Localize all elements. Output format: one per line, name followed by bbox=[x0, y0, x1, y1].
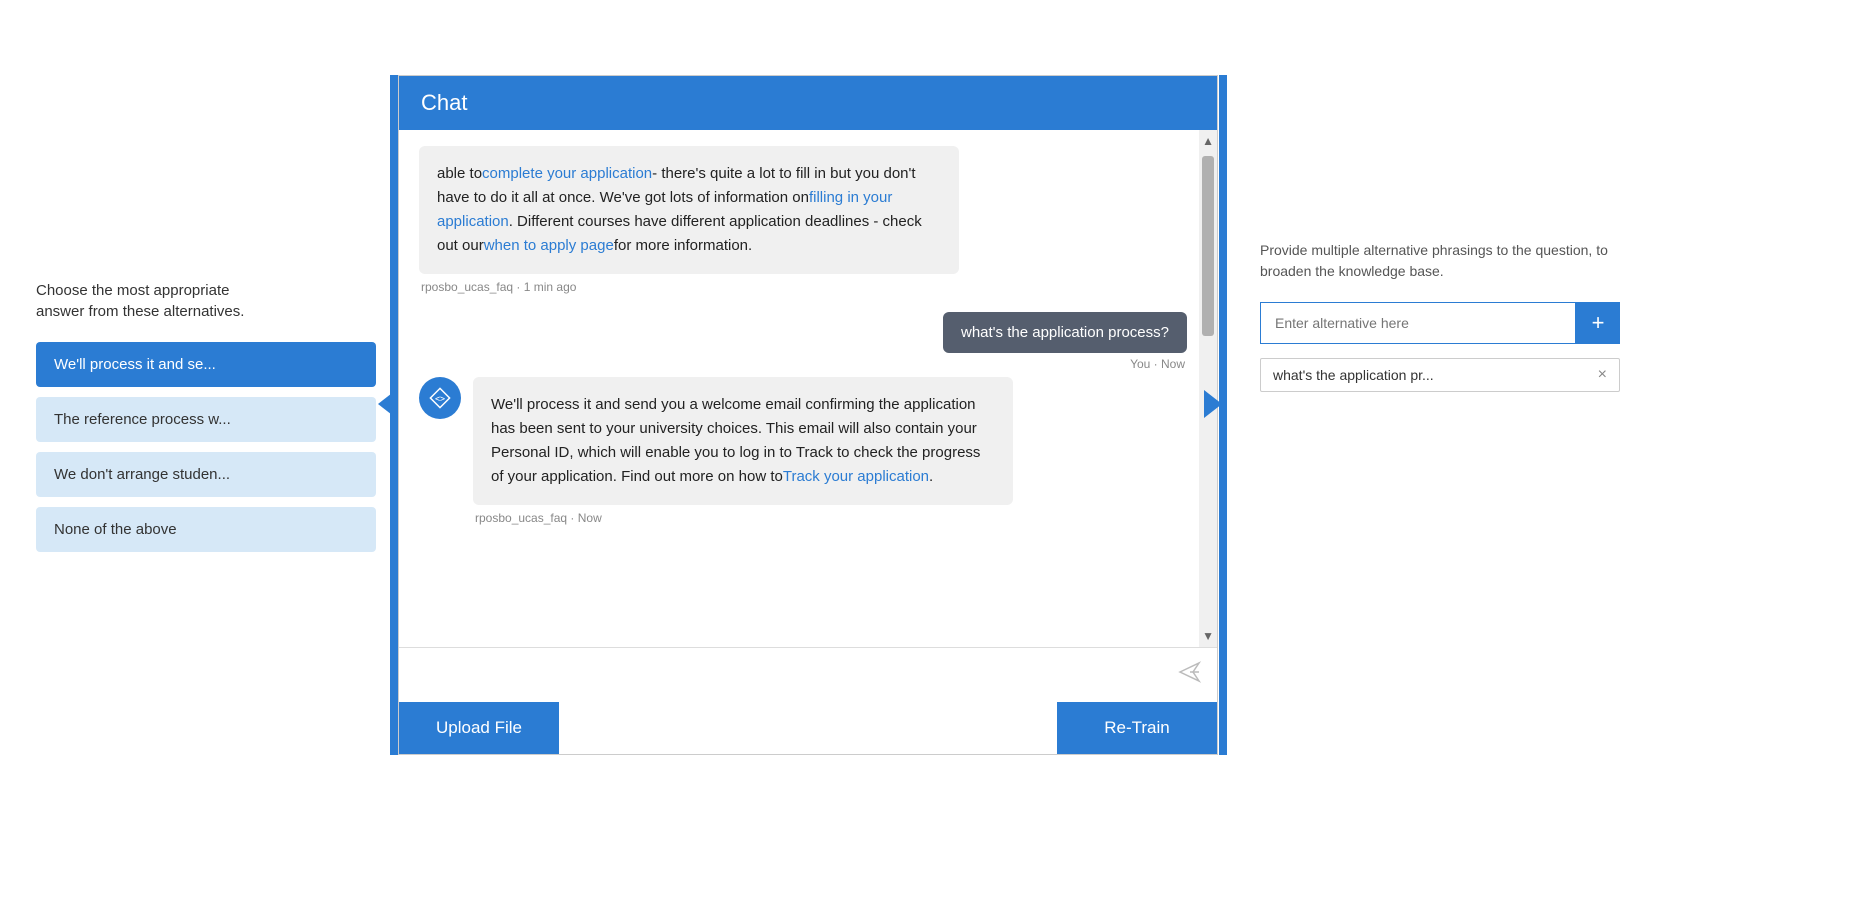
left-panel-title: Choose the most appropriate answer from … bbox=[36, 280, 376, 322]
user-meta-1: You · Now bbox=[1130, 357, 1185, 371]
chat-footer: Upload File Re-Train bbox=[399, 702, 1217, 754]
alternative-tags-list: what's the application pr... × bbox=[1260, 358, 1620, 392]
answer-button-ans3[interactable]: We don't arrange studen... bbox=[36, 452, 376, 497]
bot-message-1: able tocomplete your application- there'… bbox=[419, 146, 1187, 294]
when-to-apply-link[interactable]: when to apply page bbox=[484, 237, 614, 254]
bot-message-2-content: We'll process it and send you a welcome … bbox=[473, 377, 1013, 543]
scroll-thumb[interactable] bbox=[1202, 156, 1214, 336]
alternative-input[interactable] bbox=[1260, 302, 1576, 344]
bot-bubble-2: We'll process it and send you a welcome … bbox=[473, 377, 1013, 505]
user-bubble-1: what's the application process? bbox=[943, 312, 1187, 353]
chat-body: able tocomplete your application- there'… bbox=[399, 130, 1217, 702]
chat-input-area bbox=[399, 647, 1217, 702]
scroll-up-arrow[interactable]: ▲ bbox=[1198, 130, 1217, 152]
chat-messages: able tocomplete your application- there'… bbox=[399, 130, 1217, 647]
track-application-link[interactable]: Track your application bbox=[783, 468, 929, 485]
complete-application-link[interactable]: complete your application bbox=[482, 165, 652, 182]
arrow-left bbox=[378, 390, 396, 418]
alternative-input-row: + bbox=[1260, 302, 1620, 344]
svg-text:<>: <> bbox=[435, 394, 445, 404]
chat-window: Chat able tocomplete your application- t… bbox=[398, 75, 1218, 755]
alternative-tag-text-alt1: what's the application pr... bbox=[1273, 367, 1590, 383]
blue-bar-right bbox=[1219, 75, 1227, 755]
add-alternative-button[interactable]: + bbox=[1576, 302, 1620, 344]
bot-avatar: <> bbox=[419, 377, 461, 419]
scrollbar-track[interactable]: ▲ ▼ bbox=[1199, 130, 1217, 647]
retrain-button[interactable]: Re-Train bbox=[1057, 702, 1217, 754]
answer-list: We'll process it and se... The reference … bbox=[36, 342, 376, 552]
left-panel: Choose the most appropriate answer from … bbox=[36, 280, 376, 562]
answer-button-ans4[interactable]: None of the above bbox=[36, 507, 376, 552]
bot-meta-2: rposbo_ucas_faq · Now bbox=[475, 511, 1013, 525]
chat-input[interactable] bbox=[413, 658, 1167, 692]
bot-message-2: <> We'll process it and send you a welco… bbox=[419, 377, 1187, 543]
filling-application-link[interactable]: filling in your application bbox=[437, 189, 892, 230]
bot-meta-1: rposbo_ucas_faq · 1 min ago bbox=[421, 280, 1187, 294]
chat-header: Chat bbox=[399, 76, 1217, 130]
scroll-down-arrow[interactable]: ▼ bbox=[1198, 625, 1217, 647]
send-button[interactable] bbox=[1177, 659, 1203, 691]
alternative-tag-alt1: what's the application pr... × bbox=[1260, 358, 1620, 392]
right-panel-description: Provide multiple alternative phrasings t… bbox=[1260, 240, 1620, 282]
upload-file-button[interactable]: Upload File bbox=[399, 702, 559, 754]
alternative-tag-close-alt1[interactable]: × bbox=[1598, 367, 1607, 383]
user-message-1: what's the application process? You · Now bbox=[419, 312, 1187, 371]
right-panel: Provide multiple alternative phrasings t… bbox=[1260, 240, 1620, 392]
answer-button-ans2[interactable]: The reference process w... bbox=[36, 397, 376, 442]
answer-button-ans1[interactable]: We'll process it and se... bbox=[36, 342, 376, 387]
